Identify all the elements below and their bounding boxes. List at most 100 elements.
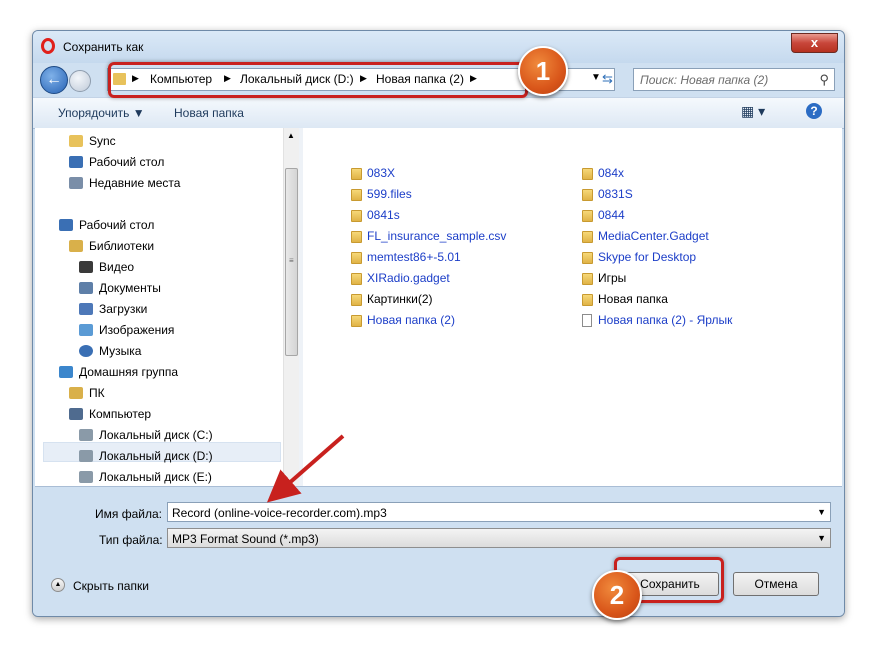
arrow-annotation [266,434,345,503]
opera-icon [41,38,55,54]
folder-icon [582,168,593,180]
save-as-dialog: Сохранить как x ← ▶ Компьютер ▶ Локальны… [32,30,845,617]
back-button[interactable]: ← [40,66,68,94]
pictures-icon [79,324,93,336]
view-options-icon[interactable]: ▦ ▾ [741,103,765,120]
folder-icon [582,273,593,285]
scroll-up-icon[interactable]: ▲ [287,131,295,140]
nav-tree-label: Sync [89,134,116,148]
nav-tree-label: Рабочий стол [89,155,165,169]
folder-icon [582,231,593,243]
nav-tree-label: Видео [99,260,135,274]
file-name: Новая папка (2) - Ярлык [598,313,733,327]
folder-icon [582,210,593,222]
file-name: 083X [367,166,396,180]
organize-button[interactable]: Упорядочить ▼ [58,106,145,120]
nav-tree-label: Компьютер [89,407,152,421]
nav-tree-label: Домашняя группа [79,365,179,379]
desktop-icon [59,219,73,231]
folder-icon [351,210,362,222]
folder-icon [351,252,362,264]
nav-tree-label: Загрузки [99,302,148,316]
folder-icon [351,189,362,201]
hide-folders-button[interactable]: Скрыть папки [73,579,149,593]
nav-tree-label: Рабочий стол [79,218,155,232]
downloads-icon [79,303,93,315]
cancel-button[interactable]: Отмена [733,572,819,596]
folder-icon [351,273,362,285]
nav-tree-label: Библиотеки [89,239,155,253]
navigation-pane: Sync Рабочий стол Недавние места Рабочий ст… [35,128,283,486]
file-list: 083X 599.files 0841s FL_insurance_sample.cs… [303,128,842,486]
computer-icon [69,408,83,420]
file-name: memtest86+-5.01 [367,250,461,264]
nav-tree-label: Документы [99,281,161,295]
folder-icon [351,315,362,327]
file-name: 084x [598,166,625,180]
file-name: Skype for Desktop [598,250,697,264]
file-name: 0844 [598,208,625,222]
filetype-label: Тип файла: [99,533,163,547]
file-name: XIRadio.gadget [367,271,450,285]
step-badge-2: 2 [592,570,642,620]
filetype-value[interactable]: MP3 Format Sound (*.mp3) [172,532,319,546]
file-name: FL_insurance_sample.csv [367,229,507,243]
chevron-down-icon[interactable]: ▼ [817,507,826,517]
documents-icon [79,282,93,294]
window-title: Сохранить как [63,40,144,54]
drive-icon [79,429,93,441]
refresh-icon[interactable]: ⇆ [602,71,613,87]
drive-icon [79,450,93,462]
nav-tree-label: Локальный диск (D:) [99,449,213,463]
close-button[interactable]: x [791,33,838,53]
file-name: 0841s [367,208,400,222]
folder-icon [582,294,593,306]
grip-icon: ≡ [289,256,294,265]
title-bar: Сохранить как x [33,31,844,63]
filetype-select[interactable]: MP3 Format Sound (*.mp3) ▼ [167,528,831,548]
desktop-icon [69,156,83,168]
chevron-down-icon[interactable]: ▼ [591,72,601,83]
folder-icon [351,231,362,243]
file-name: Игры [598,271,627,285]
nav-tree-label: Недавние места [89,176,181,190]
step-badge-1: 1 [518,46,568,96]
nav-tree-label: Локальный диск (E:) [99,470,212,484]
file-name: 599.files [367,187,412,201]
new-folder-button[interactable]: Новая папка [174,106,244,120]
search-box[interactable]: Поиск: Новая папка (2) ⚲ [633,68,835,91]
collapse-icon[interactable]: ▲ [51,578,65,592]
file-name: Картинки(2) [367,292,433,306]
command-bar: Упорядочить ▼ Новая папка ▦ ▾ ? [33,97,844,129]
video-icon [79,261,93,273]
folder-icon [351,294,362,306]
file-name: 0831S [598,187,633,201]
shortcut-icon [582,314,592,327]
forward-button[interactable] [69,70,91,92]
nav-tree-label: Музыка [99,344,142,358]
pc-icon [69,387,83,399]
folder-icon [582,189,593,201]
file-name: Новая папка [598,292,668,306]
folder-icon [69,135,83,147]
recent-places-icon [69,177,83,189]
search-icon[interactable]: ⚲ [819,72,829,88]
help-icon[interactable]: ? [806,103,822,119]
browser-content: Sync Рабочий стол Недавние места Рабочий ст… [35,128,842,487]
folder-icon [582,252,593,264]
homegroup-icon [59,366,73,378]
address-highlight [108,62,528,98]
chevron-down-icon[interactable]: ▼ [817,533,826,543]
file-name: MediaCenter.Gadget [598,229,709,243]
folder-icon [351,168,362,180]
nav-tree-label: Изображения [99,323,175,337]
libraries-icon [69,240,83,252]
search-input[interactable]: Поиск: Новая папка (2) [640,73,768,87]
nav-tree-label: ПК [89,386,105,400]
drive-icon [79,471,93,483]
arrow-line [266,434,345,503]
file-name: Новая папка (2) [367,313,455,327]
music-icon [79,345,93,357]
filename-label: Имя файла: [95,507,162,521]
nav-tree-label: Локальный диск (C:) [99,428,213,442]
